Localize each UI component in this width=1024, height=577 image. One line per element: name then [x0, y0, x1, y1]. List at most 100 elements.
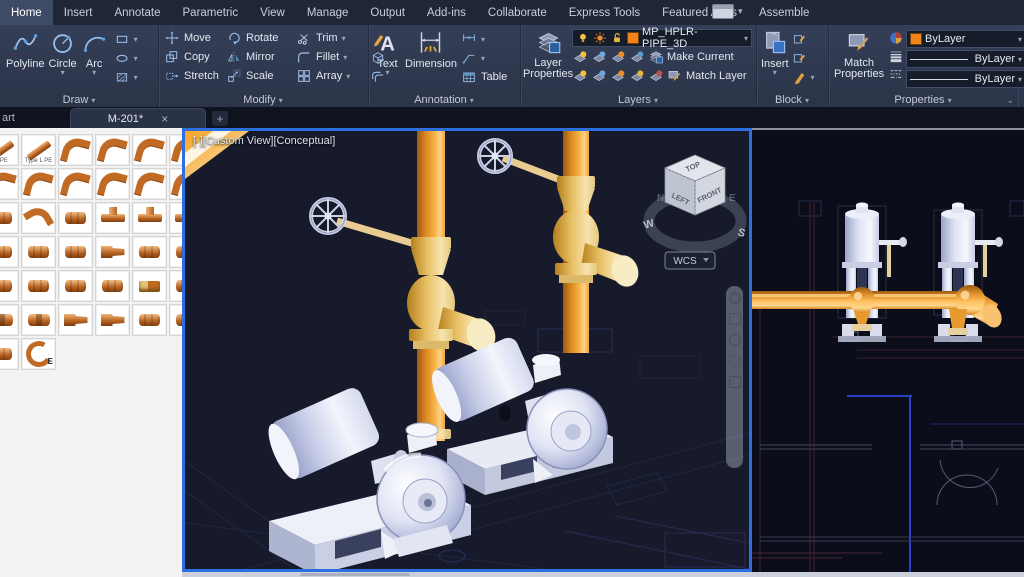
palette-fitting-reducer[interactable] — [95, 304, 130, 336]
dimension-button[interactable]: Dimension — [403, 26, 459, 70]
palette-fitting-coupling[interactable] — [58, 202, 93, 234]
model-viewport[interactable]: W S N E TOP LEFT FRONT WCS [-][Custom Vi… — [182, 128, 752, 575]
palette-fitting-elbow[interactable] — [21, 168, 56, 200]
hatch-button[interactable]: ▾ — [114, 68, 138, 86]
unisolate-layer-icon[interactable] — [591, 68, 607, 84]
lineweight-dropdown[interactable]: ByLayer ▾ — [906, 50, 1024, 68]
block-editor-button[interactable]: ▾ — [791, 68, 815, 86]
linetype-dropdown[interactable]: ByLayer ▾ — [906, 70, 1024, 88]
close-tab-icon[interactable]: × — [161, 112, 168, 126]
rectangle-button[interactable]: ▾ — [114, 30, 138, 48]
fillet-button[interactable]: Fillet ▾ — [296, 48, 368, 66]
palette-fitting-coupling[interactable] — [132, 236, 167, 268]
palette-fitting-adapter[interactable] — [132, 270, 167, 302]
linetype-icon[interactable] — [888, 66, 904, 82]
steering-wheel-icon[interactable] — [728, 292, 741, 304]
menu-tab-parametric[interactable]: Parametric — [172, 0, 250, 25]
palette-fitting-coupling[interactable] — [169, 270, 182, 302]
draw-panel-title[interactable]: Draw ▾ — [0, 94, 158, 106]
lineweight-icon[interactable] — [888, 48, 904, 64]
ribbon-display-toggle[interactable]: ▾ — [712, 4, 743, 19]
circle-button[interactable]: Circle ▾ — [47, 26, 79, 77]
file-tab-start[interactable]: art — [2, 112, 15, 124]
rotate-button[interactable]: Rotate — [226, 29, 296, 47]
turn-off-layer-icon[interactable] — [572, 49, 588, 65]
palette-fitting-coupling[interactable] — [58, 270, 93, 302]
palette-fitting-coupling[interactable] — [58, 236, 93, 268]
palette-fitting-elbow[interactable] — [95, 134, 130, 166]
palette-fitting-coupling[interactable] — [95, 270, 130, 302]
show-motion-icon[interactable] — [728, 376, 741, 388]
make-current-button[interactable]: Make Current — [667, 51, 734, 63]
panel-launcher-icon[interactable]: ⌄ — [1006, 95, 1014, 106]
palette-fitting-reducer[interactable] — [95, 236, 130, 268]
compass-east[interactable]: E — [729, 193, 736, 204]
menu-tab-annotate[interactable]: Annotate — [103, 0, 171, 25]
palette-fitting-union[interactable] — [0, 304, 19, 336]
tool-palette[interactable]: L PE Type L PE E — [0, 128, 182, 577]
ellipse-button[interactable]: ▾ — [114, 49, 138, 67]
palette-fitting-coupling[interactable] — [21, 270, 56, 302]
menu-tab-express-tools[interactable]: Express Tools — [558, 0, 651, 25]
copy-button[interactable]: Copy — [164, 48, 226, 66]
pan-icon[interactable] — [728, 313, 741, 325]
file-tab-active[interactable]: M-201* × — [70, 108, 206, 128]
horizontal-scrollbar[interactable] — [300, 573, 410, 576]
menu-tab-manage[interactable]: Manage — [296, 0, 360, 25]
wcs-button[interactable]: WCS — [664, 251, 716, 270]
palette-fitting-coupling[interactable] — [0, 270, 19, 302]
text-button[interactable]: Text ▾ — [372, 26, 403, 77]
zoom-icon[interactable] — [728, 334, 741, 346]
palette-fitting-trap[interactable]: E — [21, 338, 56, 370]
palette-fitting-coupling[interactable] — [21, 236, 56, 268]
table-button[interactable]: Table — [461, 68, 507, 86]
linear-dimension-button[interactable]: ▾ — [461, 30, 507, 48]
scale-button[interactable]: Scale — [226, 67, 296, 85]
orbit-icon[interactable] — [728, 355, 741, 367]
palette-fitting-elbow[interactable] — [169, 134, 182, 166]
match-properties-button[interactable]: Match Properties — [832, 26, 886, 80]
isolate-layer-icon[interactable] — [591, 49, 607, 65]
color-wheel-icon[interactable] — [888, 30, 904, 46]
unlock-layer-icon[interactable] — [629, 68, 645, 84]
palette-fitting-pipe[interactable]: Type L PE — [21, 134, 56, 166]
palette-fitting-tee[interactable] — [169, 202, 182, 234]
palette-fitting-elbow45[interactable] — [21, 202, 56, 234]
palette-fitting-elbow[interactable] — [58, 134, 93, 166]
leader-button[interactable]: ▾ — [461, 49, 507, 67]
define-attribute-button[interactable] — [791, 49, 815, 67]
palette-fitting-pipe[interactable]: L PE — [0, 134, 19, 166]
palette-fitting-coupling[interactable] — [169, 236, 182, 268]
turn-on-layer-icon[interactable] — [572, 68, 588, 84]
compass-north[interactable]: N — [657, 193, 664, 204]
array-button[interactable]: Array ▾ — [296, 67, 368, 85]
palette-fitting-elbow[interactable] — [0, 168, 19, 200]
annotation-panel-title[interactable]: Annotation ▾ — [368, 94, 520, 106]
modify-panel-title[interactable]: Modify ▾ — [158, 94, 368, 106]
menu-tab-output[interactable]: Output — [359, 0, 416, 25]
palette-fitting-coupling[interactable] — [0, 202, 19, 234]
match-layer-button[interactable]: Match Layer — [686, 70, 747, 82]
palette-fitting-coupling[interactable] — [132, 304, 167, 336]
palette-fitting-tee[interactable] — [132, 202, 167, 234]
palette-fitting-elbow[interactable] — [132, 134, 167, 166]
insert-block-button[interactable]: Insert ▾ — [759, 26, 791, 77]
valve-handwheel-icon[interactable] — [477, 138, 513, 174]
properties-panel-title[interactable]: Properties ▾ ⌄ — [828, 94, 1018, 106]
menu-tab-assemble[interactable]: Assemble — [748, 0, 821, 25]
palette-fitting-reducer[interactable] — [58, 304, 93, 336]
palette-fitting-coupling[interactable] — [169, 304, 182, 336]
plan-viewport[interactable] — [752, 128, 1024, 572]
arc-button[interactable]: Arc ▾ — [79, 26, 110, 77]
layer-properties-button[interactable]: Layer Properties — [523, 26, 573, 80]
palette-fitting-union[interactable] — [21, 304, 56, 336]
lock-layer-icon[interactable] — [629, 49, 645, 65]
layer-walk-icon[interactable] — [648, 68, 664, 84]
menu-tab-home[interactable]: Home — [0, 0, 53, 25]
menu-tab-insert[interactable]: Insert — [53, 0, 104, 25]
palette-fitting-tee[interactable] — [95, 202, 130, 234]
mirror-button[interactable]: Mirror — [226, 48, 296, 66]
trim-button[interactable]: Trim ▾ — [296, 29, 368, 47]
palette-fitting-elbow[interactable] — [132, 168, 167, 200]
polyline-button[interactable]: Polyline — [4, 26, 47, 70]
